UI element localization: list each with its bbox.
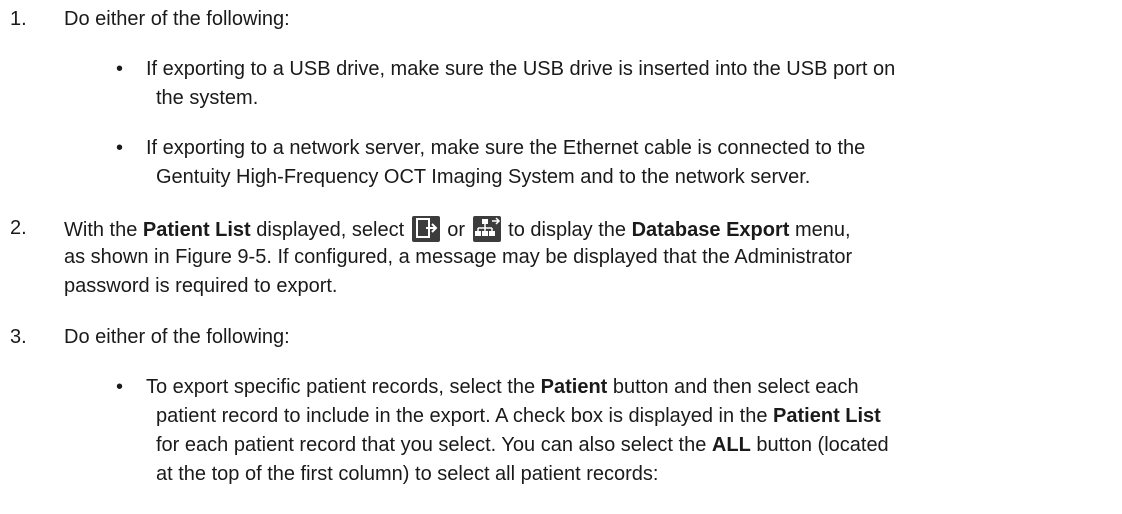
network-export-icon bbox=[472, 216, 501, 242]
step-3-bullet-line-4: at the top of the first column) to selec… bbox=[156, 463, 659, 485]
step-1-bullet-2-line-1: If exporting to a network server, make s… bbox=[146, 137, 866, 159]
step-3-bullet-line-2: patient record to include in the export.… bbox=[156, 405, 881, 427]
bullet-marker: • bbox=[116, 137, 124, 159]
bullet-marker: • bbox=[116, 58, 124, 80]
step-3-number: 3. bbox=[10, 326, 27, 348]
step-2-line-2: as shown in Figure 9-5. If configured, a… bbox=[64, 246, 853, 268]
step-1-bullet-1-line-2: the system. bbox=[156, 87, 259, 109]
step-1-bullet-1-line-1: If exporting to a USB drive, make sure t… bbox=[146, 58, 896, 80]
step-1-bullet-2-line-2: Gentuity High-Frequency OCT Imaging Syst… bbox=[156, 166, 811, 188]
step-2-line-1: With the Patient List displayed, select … bbox=[64, 216, 851, 242]
bullet-marker: • bbox=[116, 376, 124, 398]
step-3-bullet-line-3: for each patient record that you select.… bbox=[156, 434, 889, 456]
export-file-icon bbox=[411, 216, 440, 242]
step-3-bullet-line-1: To export specific patient records, sele… bbox=[146, 376, 859, 398]
step-1-text: Do either of the following: bbox=[64, 8, 290, 30]
step-3-text: Do either of the following: bbox=[64, 326, 290, 348]
step-2-line-3: password is required to export. bbox=[64, 275, 338, 297]
step-1-number: 1. bbox=[10, 8, 27, 30]
step-2-number: 2. bbox=[10, 217, 27, 239]
